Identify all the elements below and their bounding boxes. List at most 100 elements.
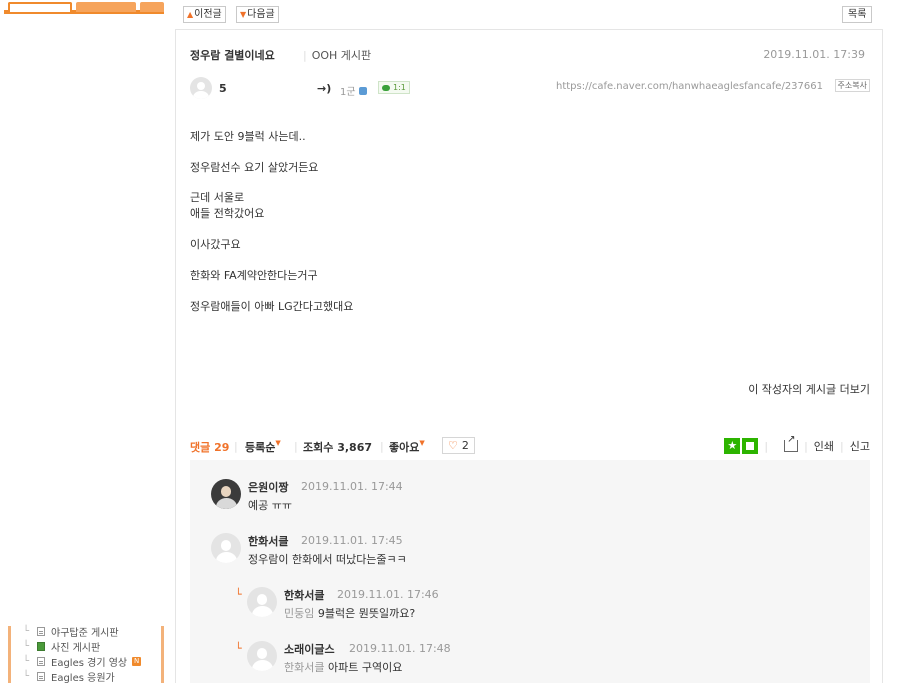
photo-icon <box>37 641 45 651</box>
divider: | <box>380 440 384 453</box>
list-label: 목록 <box>848 9 867 20</box>
post-date: 2019.11.01. 17:39 <box>763 48 865 61</box>
prev-post-button[interactable]: ▲ 이전글 <box>183 6 226 23</box>
reply-arrow-icon: └ <box>235 588 242 601</box>
author-level-label: 1군 <box>340 87 356 98</box>
next-post-button[interactable]: ▼ 다음글 <box>236 6 279 23</box>
sidebar-tab-extra[interactable] <box>140 2 164 12</box>
view-count-label: 조회수 <box>303 441 334 454</box>
chat-1on1-button[interactable]: 1:1 <box>378 81 410 94</box>
divider: | <box>234 440 238 453</box>
list-button[interactable]: 목록 <box>842 6 873 23</box>
divider: | <box>294 440 298 453</box>
prev-post-label: 이전글 <box>194 9 222 20</box>
author-avatar[interactable] <box>190 77 212 99</box>
like-dropdown[interactable]: 좋아요▼ <box>389 439 425 455</box>
comment-text: 정우람이 한화에서 떠났다는줄ㅋㅋ <box>248 553 407 566</box>
bookmark-star-icon[interactable]: ★ <box>724 438 741 454</box>
sidebar: └ 야구탑준 게시판 └ 사진 게시판 └ Eagles 경기 영상 N └ E… <box>0 0 168 683</box>
tree-branch-icon: └ <box>23 670 30 682</box>
reply-item: 한화서클 2019.11.01. 17:46 민둥임 9블럭은 뭔뜻일까요? <box>247 587 847 632</box>
post-url[interactable]: https://cafe.naver.com/hanwhaeaglesfanca… <box>556 81 823 92</box>
sidebar-item-song[interactable]: └ Eagles 응원가 <box>23 669 115 683</box>
bookmark-square-icon[interactable] <box>742 438 759 454</box>
tree-branch-icon: └ <box>23 625 30 637</box>
copy-url-button[interactable]: 주소복사 <box>834 79 870 92</box>
reply-target[interactable]: 한화서클 <box>284 661 324 674</box>
reply-item: 소래이글스 2019.11.01. 17:48 한화서클 아파트 구역이요 <box>247 641 847 683</box>
next-post-label: 다음글 <box>247 9 275 20</box>
body-line: 정우람애들이 아빠 LG간다고했대요 <box>190 300 354 313</box>
sort-order-dropdown[interactable]: 등록순▼ <box>245 439 281 455</box>
divider: | <box>804 439 808 453</box>
share-icon[interactable] <box>784 434 799 452</box>
like-label: 좋아요 <box>389 441 420 454</box>
comment-date: 2019.11.01. 17:45 <box>301 534 403 547</box>
author-nickname[interactable]: 5 <box>219 82 227 95</box>
share-area: ★ | | 인쇄 | 신고 <box>724 434 870 455</box>
commenter-nickname[interactable]: 한화서클 <box>248 533 288 549</box>
like-count: 2 <box>461 439 469 452</box>
comment-item: 한화서클 2019.11.01. 17:45 정우람이 한화에서 떠났다는줄ㅋㅋ <box>211 533 851 578</box>
comment-list: 은원이짱 2019.11.01. 17:44 예공 ㅠㅠ 한화서클 2019.1… <box>190 460 870 683</box>
sidebar-tab-cafe-info[interactable] <box>8 2 72 12</box>
commenter-avatar[interactable] <box>211 479 241 509</box>
report-button[interactable]: 신고 <box>850 438 870 454</box>
sort-order-label: 등록순 <box>245 441 276 454</box>
comment-count-value: 29 <box>214 441 230 454</box>
view-count: 조회수 3,867 <box>303 439 372 455</box>
comment-body: 아파트 구역이요 <box>327 661 403 674</box>
document-icon <box>37 626 45 636</box>
commenter-avatar[interactable] <box>211 533 241 563</box>
author-more-posts-link[interactable]: 이 작성자의 게시글 더보기 <box>748 381 870 397</box>
body-line: 애들 전학갔어요 <box>190 207 265 220</box>
chat-label: 1:1 <box>393 83 406 92</box>
commenter-nickname[interactable]: 한화서클 <box>284 587 324 603</box>
reply-target[interactable]: 민둥임 <box>284 607 314 620</box>
caret-down-icon: ▼ <box>419 439 425 447</box>
document-icon <box>37 671 45 681</box>
chat-bubble-icon <box>382 84 390 91</box>
body-line: 한화와 FA계약안한다는거구 <box>190 269 318 282</box>
sidebar-item-video[interactable]: └ Eagles 경기 영상 N <box>23 654 142 669</box>
commenter-nickname[interactable]: 은원이짱 <box>248 479 288 495</box>
comment-bar: 댓글 29 | 등록순▼ | 조회수 3,867 | 좋아요▼ ♡ 2 ★ | … <box>190 434 870 455</box>
divider: | <box>840 439 844 453</box>
comment-label: 댓글 <box>190 441 211 454</box>
commenter-avatar[interactable] <box>247 587 277 617</box>
body-line: 이사갔구요 <box>190 238 241 251</box>
body-line: 제가 도안 9블럭 사는데.. <box>190 130 306 143</box>
reply-arrow-icon: └ <box>235 642 242 655</box>
sidebar-item-label: Eagles 경기 영상 <box>51 657 128 669</box>
comment-item: 은원이짱 2019.11.01. 17:44 예공 ㅠㅠ <box>211 479 851 524</box>
comment-text: 예공 ㅠㅠ <box>248 499 292 512</box>
cafe-article-page: └ 야구탑준 게시판 └ 사진 게시판 └ Eagles 경기 영상 N └ E… <box>0 0 900 683</box>
body-line: 정우람선수 요기 살았거든요 <box>190 161 319 174</box>
print-button[interactable]: 인쇄 <box>814 438 834 454</box>
new-badge: N <box>132 656 142 666</box>
post-board-label: OOH 게시판 <box>311 49 372 62</box>
like-button[interactable]: ♡ 2 <box>442 437 475 454</box>
body-line: 근데 서울로 <box>190 191 245 204</box>
author-arrow: →) <box>317 82 332 95</box>
heart-icon: ♡ <box>448 439 458 452</box>
divider: | <box>764 439 769 453</box>
comment-text: 민둥임 9블럭은 뭔뜻일까요? <box>284 605 415 621</box>
comment-count[interactable]: 댓글 29 <box>190 439 229 455</box>
sidebar-item-photo[interactable]: └ 사진 게시판 <box>23 639 101 654</box>
post-board-link[interactable]: | OOH 게시판 <box>303 47 371 63</box>
level-icon <box>358 86 367 95</box>
tree-branch-icon: └ <box>23 655 30 667</box>
caret-down-icon: ▼ <box>275 439 281 447</box>
commenter-nickname[interactable]: 소래이글스 <box>284 641 335 657</box>
author-row: 5 →) 1군 1:1 https://cafe.naver.com/hanwh… <box>190 77 870 99</box>
sidebar-item-board[interactable]: └ 야구탑준 게시판 <box>23 624 119 639</box>
sidebar-item-label: 사진 게시판 <box>51 642 101 654</box>
sidebar-tab-my-activity[interactable] <box>76 2 136 12</box>
tree-branch-icon: └ <box>23 640 30 652</box>
comment-date: 2019.11.01. 17:46 <box>337 588 439 601</box>
comment-body: 9블럭은 뭔뜻일까요? <box>317 607 416 620</box>
comment-date: 2019.11.01. 17:44 <box>301 480 403 493</box>
sidebar-item-label: Eagles 응원가 <box>51 672 115 683</box>
commenter-avatar[interactable] <box>247 641 277 671</box>
